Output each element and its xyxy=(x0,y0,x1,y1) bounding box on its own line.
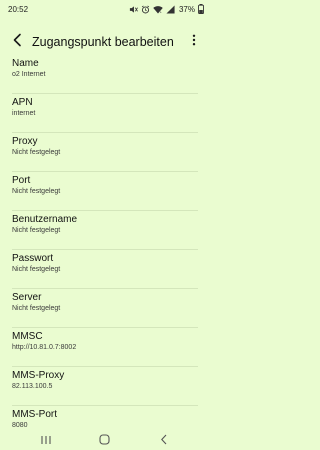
setting-username[interactable]: Benutzername Nicht festgelegt xyxy=(0,210,210,249)
setting-server[interactable]: Server Nicht festgelegt xyxy=(0,288,210,327)
back-button[interactable] xyxy=(8,32,28,52)
setting-value: internet xyxy=(12,110,36,117)
setting-mmsc[interactable]: MMSC http://10.81.0.7:8002 xyxy=(0,327,210,366)
setting-value: 82.113.100.5 xyxy=(12,383,53,390)
apn-edit-screen: 20:52 + 37% Zugangspunkt bearbeiten Name… xyxy=(0,0,210,450)
setting-mms-proxy[interactable]: MMS-Proxy 82.113.100.5 xyxy=(0,366,210,405)
status-bar: 20:52 + 37% xyxy=(0,0,210,18)
wifi-icon: + xyxy=(153,5,163,14)
signal-icon xyxy=(166,4,175,14)
setting-label: APN xyxy=(12,97,33,108)
status-icons: + 37% xyxy=(129,4,204,14)
setting-port[interactable]: Port Nicht festgelegt xyxy=(0,171,210,210)
setting-label: MMS-Proxy xyxy=(12,370,65,381)
mute-icon xyxy=(129,5,138,14)
app-bar: Zugangspunkt bearbeiten xyxy=(0,28,210,56)
alarm-icon xyxy=(141,5,150,14)
setting-value: Nicht festgelegt xyxy=(12,227,61,234)
page-title: Zugangspunkt bearbeiten xyxy=(32,35,174,49)
setting-password[interactable]: Passwort Nicht festgelegt xyxy=(0,249,210,288)
setting-value: Nicht festgelegt xyxy=(12,266,61,273)
setting-apn[interactable]: APN internet xyxy=(0,93,210,132)
setting-value: Nicht festgelegt xyxy=(12,149,61,156)
system-nav-bar xyxy=(0,426,210,450)
more-vert-icon xyxy=(192,33,196,51)
svg-text:+: + xyxy=(160,10,162,13)
apn-settings-list: Name o2 Internet APN internet Proxy Nich… xyxy=(0,54,210,444)
setting-value: http://10.81.0.7:8002 xyxy=(12,344,77,351)
setting-value: o2 Internet xyxy=(12,71,46,78)
back-arrow-icon xyxy=(12,33,24,52)
recents-icon[interactable] xyxy=(40,432,52,450)
setting-label: Name xyxy=(12,58,39,69)
setting-label: MMSC xyxy=(12,331,43,342)
setting-label: Port xyxy=(12,175,31,186)
more-options-button[interactable] xyxy=(188,34,200,50)
status-time: 20:52 xyxy=(8,5,29,14)
setting-label: MMS-Port xyxy=(12,409,57,420)
home-icon[interactable] xyxy=(99,432,110,450)
battery-percent: 37% xyxy=(178,4,195,14)
setting-name[interactable]: Name o2 Internet xyxy=(0,54,210,93)
setting-label: Proxy xyxy=(12,136,38,147)
setting-label: Passwort xyxy=(12,253,54,264)
battery-icon xyxy=(198,4,204,14)
setting-label: Server xyxy=(12,292,42,303)
setting-value: Nicht festgelegt xyxy=(12,188,61,195)
setting-proxy[interactable]: Proxy Nicht festgelegt xyxy=(0,132,210,171)
setting-value: Nicht festgelegt xyxy=(12,305,61,312)
back-icon[interactable] xyxy=(160,432,168,450)
setting-label: Benutzername xyxy=(12,214,78,225)
